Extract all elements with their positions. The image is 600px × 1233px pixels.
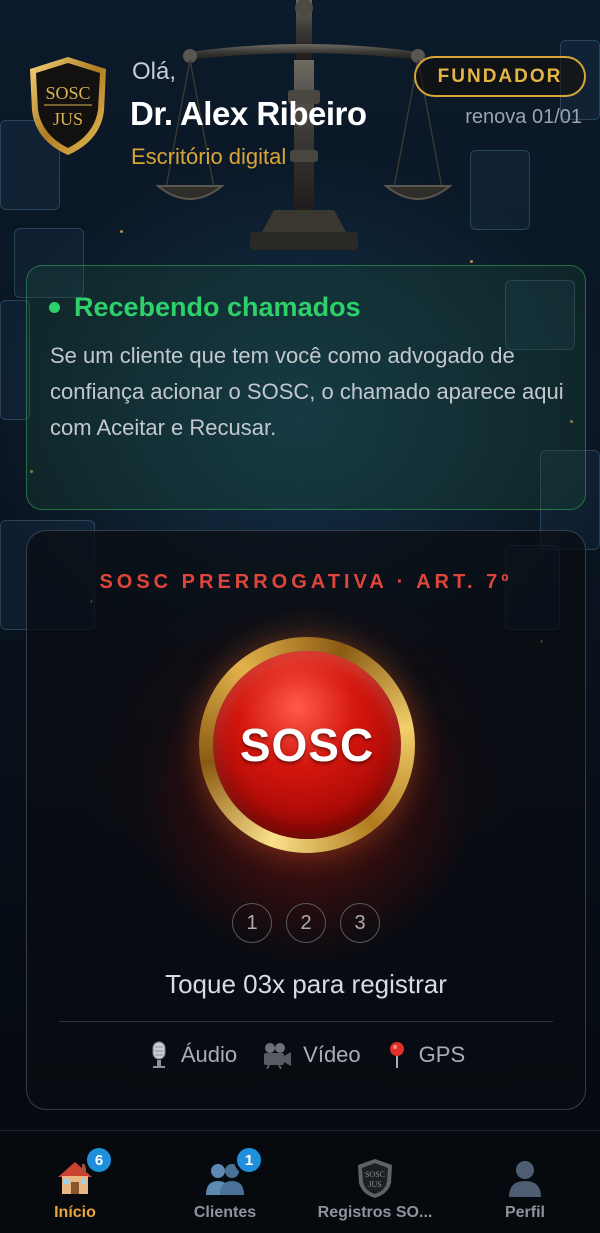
receiving-description: Se um cliente que tem você como advogado… [50, 343, 564, 440]
users-icon: 1 [204, 1145, 264, 1199]
plan-badge[interactable]: FUNDADOR [414, 56, 586, 97]
sos-heading: SOSC PRERROGATIVA · ART. 7º [99, 571, 513, 593]
sos-card: SOSC PRERROGATIVA · ART. 7º SOSC 1 2 3 T… [26, 530, 586, 1110]
receiving-status: Recebendo chamados [49, 292, 361, 323]
shield-logo-icon: SOSC JUS [354, 1157, 396, 1199]
user-name: Dr. Alex Ribeiro [130, 95, 367, 132]
feature-gps: GPS [385, 1041, 465, 1069]
nav-item-clientes[interactable]: 1 Clientes [150, 1131, 300, 1233]
svg-text:SOSC: SOSC [45, 83, 90, 103]
house-icon: 6 [54, 1145, 114, 1199]
microphone-icon [152, 1041, 166, 1068]
svg-text:JUS: JUS [53, 109, 83, 129]
nav-label: Registros SO... [317, 1204, 433, 1221]
sosc-jus-logo: SOSC JUS [30, 57, 106, 155]
feature-audio-label: Áudio [180, 1042, 238, 1067]
renewal-date: renova 01/01 [465, 106, 582, 128]
pin-icon [389, 1042, 404, 1068]
nav-label: Início [54, 1204, 96, 1221]
feature-video: Vídeo [261, 1041, 361, 1069]
nav-label: Perfil [504, 1204, 545, 1221]
office-label: Escritório digital [131, 144, 287, 169]
receiving-status-title: Recebendo chamados [74, 292, 361, 322]
feature-audio: Áudio [147, 1041, 237, 1069]
tap-step: 3 [340, 903, 380, 943]
user-icon [504, 1157, 546, 1199]
nav-item-registros[interactable]: SOSC JUS Registros SO... [300, 1131, 450, 1233]
divider [59, 1021, 553, 1022]
tap-steps: 1 2 3 [27, 903, 585, 943]
bottom-nav: 6 Início 1 Clientes SOSC JUS Registros S… [0, 1130, 600, 1233]
nav-item-perfil[interactable]: Perfil [450, 1131, 600, 1233]
recording-features: Áudio Vídeo GPS [27, 1041, 585, 1069]
nav-label: Clientes [193, 1204, 257, 1221]
tap-step: 2 [286, 903, 326, 943]
video-camera-icon [264, 1043, 292, 1069]
nav-item-inicio[interactable]: 6 Início [0, 1131, 150, 1233]
feature-video-label: Vídeo [303, 1042, 361, 1067]
nav-badge: 6 [84, 1145, 114, 1175]
tap-step: 1 [232, 903, 272, 943]
feature-gps-label: GPS [418, 1042, 466, 1067]
sos-button[interactable]: SOSC [213, 651, 401, 839]
svg-text:JUS: JUS [368, 1180, 381, 1189]
svg-text:SOSC: SOSC [365, 1170, 385, 1179]
greeting: Olá, [132, 58, 177, 85]
receiving-calls-card: Recebendo chamados Se um cliente que tem… [26, 265, 586, 510]
sos-button-label: SOSC [239, 719, 375, 771]
nav-badge: 1 [234, 1145, 264, 1175]
status-dot-icon [49, 302, 60, 313]
tap-hint: Toque 03x para registrar [165, 969, 447, 999]
